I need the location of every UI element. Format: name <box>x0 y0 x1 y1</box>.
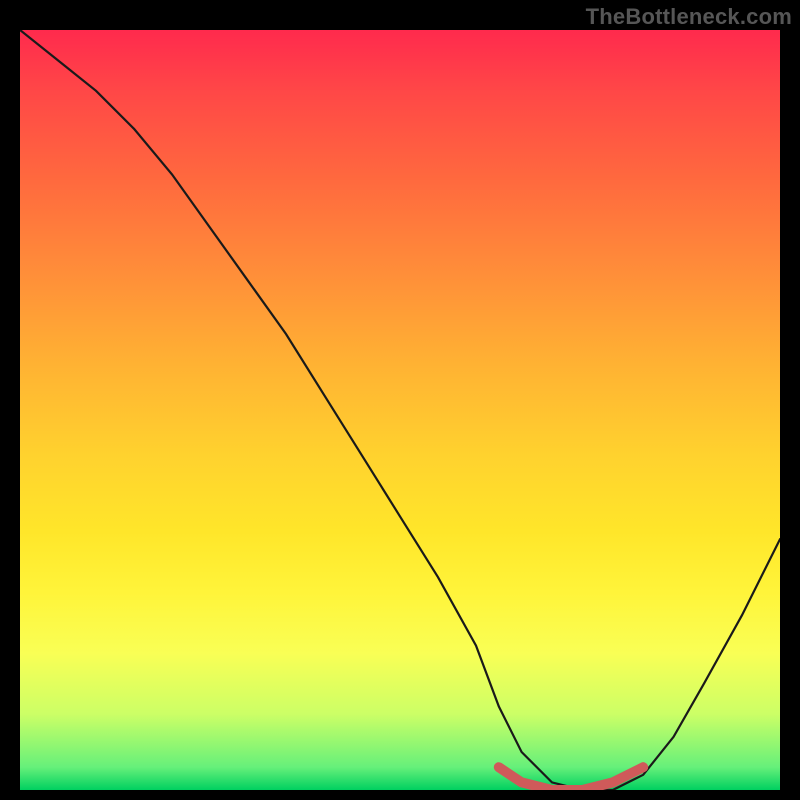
curve-layer <box>20 30 780 790</box>
bottleneck-curve <box>20 30 780 790</box>
chart-stage: TheBottleneck.com <box>0 0 800 800</box>
attribution-label: TheBottleneck.com <box>586 4 792 30</box>
plot-area <box>20 30 780 790</box>
